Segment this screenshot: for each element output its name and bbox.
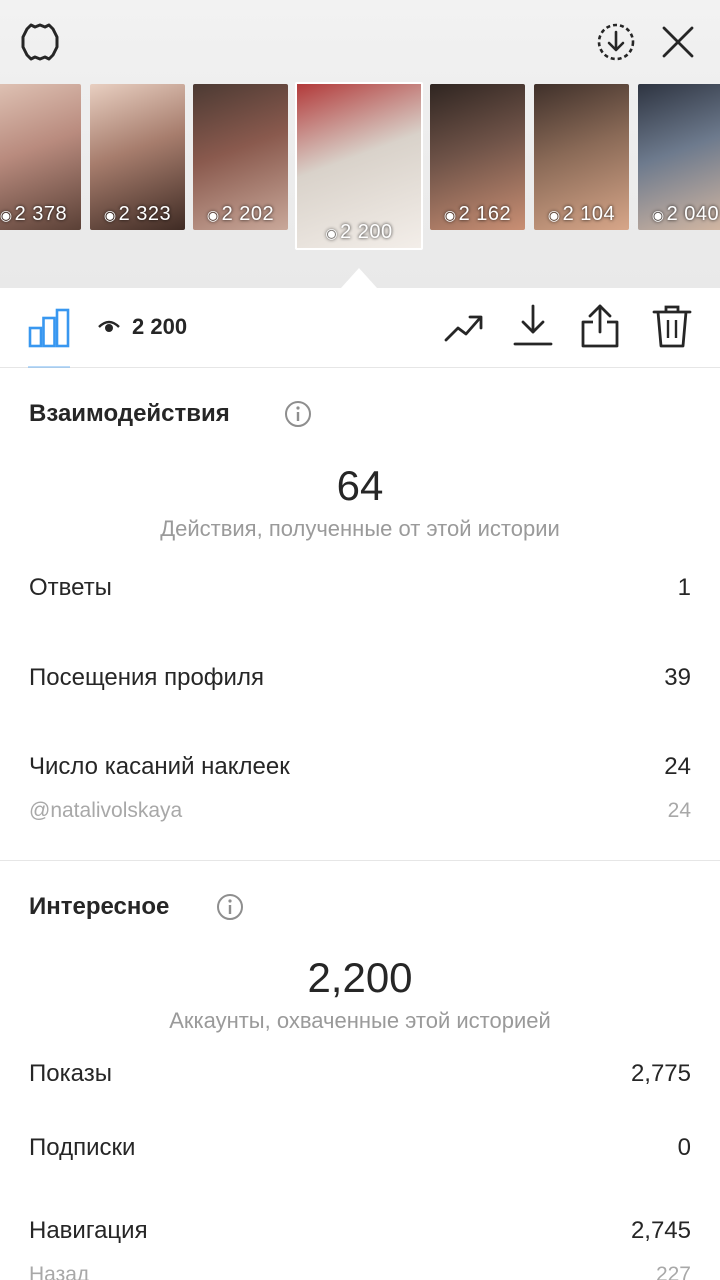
discovery-title: Интересное bbox=[29, 893, 170, 920]
thumbnail-views: ◉ 2 378 bbox=[0, 203, 68, 225]
thumbnail-views: ◉ 2 200 bbox=[325, 221, 393, 243]
navigation-back-label: Назад bbox=[29, 1263, 90, 1280]
metric-value-replies: 1 bbox=[677, 574, 691, 601]
settings-icon[interactable] bbox=[18, 20, 62, 64]
thumbnail-views: ◉ 2 104 bbox=[547, 203, 616, 225]
metric-label-sticker-taps: Число касаний наклеек bbox=[29, 753, 290, 780]
reach-caption: Аккаунты, охваченные этой историей bbox=[169, 1008, 551, 1033]
story-thumbnail[interactable]: ◉ 2 040 bbox=[638, 84, 720, 230]
interactions-caption: Действия, полученные от этой истории bbox=[160, 516, 560, 541]
eye-icon bbox=[98, 320, 120, 332]
story-thumbnail[interactable]: ◉ 2 323 bbox=[90, 84, 185, 230]
metric-value-follows: 0 bbox=[677, 1134, 691, 1161]
share-icon[interactable] bbox=[578, 302, 622, 350]
sticker-mention-label: @natalivolskaya bbox=[29, 799, 183, 822]
views-count: 2 200 bbox=[132, 314, 188, 339]
sticker-mention-value: 24 bbox=[667, 799, 691, 822]
metric-label-navigation: Навигация bbox=[29, 1217, 148, 1244]
thumbnail-views: ◉ 2 323 bbox=[103, 203, 172, 225]
metric-label-replies: Ответы bbox=[29, 574, 112, 601]
thumbnail-views: ◉ 2 202 bbox=[206, 203, 275, 225]
story-thumbnail-selected[interactable]: ◉ 2 200 bbox=[295, 82, 423, 250]
close-icon[interactable] bbox=[658, 22, 698, 62]
story-strip-area: ◉ 2 378 ◉ 2 323 ◉ 2 202 ◉ 2 200 ◉ 2 162 ◉ 2 10… bbox=[0, 0, 720, 288]
interactions-title: Взаимодействия bbox=[29, 400, 230, 427]
metric-label-follows: Подписки bbox=[29, 1134, 136, 1161]
selected-story-pointer bbox=[341, 268, 377, 288]
download-circle-icon[interactable] bbox=[594, 20, 638, 64]
thumbnail-views: ◉ 2 162 bbox=[443, 203, 512, 225]
metric-value-sticker-taps: 24 bbox=[664, 753, 691, 780]
info-icon[interactable] bbox=[284, 400, 312, 428]
metric-label-profile-visits: Посещения профиля bbox=[29, 664, 264, 691]
insights-toolbar: 2 200 bbox=[0, 288, 720, 368]
reach-total: 2,200 bbox=[307, 954, 413, 1001]
metric-value-impressions: 2,775 bbox=[630, 1060, 691, 1087]
trash-icon[interactable] bbox=[650, 302, 694, 350]
thumbnail-views: ◉ 2 040 bbox=[651, 203, 720, 225]
trend-icon[interactable] bbox=[442, 306, 486, 350]
story-thumbnail[interactable]: ◉ 2 378 bbox=[0, 84, 81, 230]
info-icon[interactable] bbox=[216, 893, 244, 921]
navigation-back-value: 227 bbox=[655, 1263, 691, 1280]
story-thumbnails: ◉ 2 378 ◉ 2 323 ◉ 2 202 ◉ 2 200 ◉ 2 162 ◉ 2 10… bbox=[0, 82, 720, 252]
insights-panel: 2 200 Взаимодействия 64 Действия, получе… bbox=[0, 288, 720, 1280]
save-icon[interactable] bbox=[512, 302, 554, 348]
story-thumbnail[interactable]: ◉ 2 202 bbox=[193, 84, 288, 230]
metric-value-profile-visits: 39 bbox=[664, 664, 691, 691]
bar-chart-icon[interactable] bbox=[28, 306, 70, 348]
metric-label-impressions: Показы bbox=[29, 1060, 112, 1087]
section-divider bbox=[0, 860, 720, 861]
story-thumbnail[interactable]: ◉ 2 162 bbox=[430, 84, 525, 230]
metric-value-navigation: 2,745 bbox=[630, 1217, 691, 1244]
interactions-total: 64 bbox=[336, 462, 384, 509]
story-thumbnail[interactable]: ◉ 2 104 bbox=[534, 84, 629, 230]
active-tab-indicator bbox=[28, 366, 70, 368]
